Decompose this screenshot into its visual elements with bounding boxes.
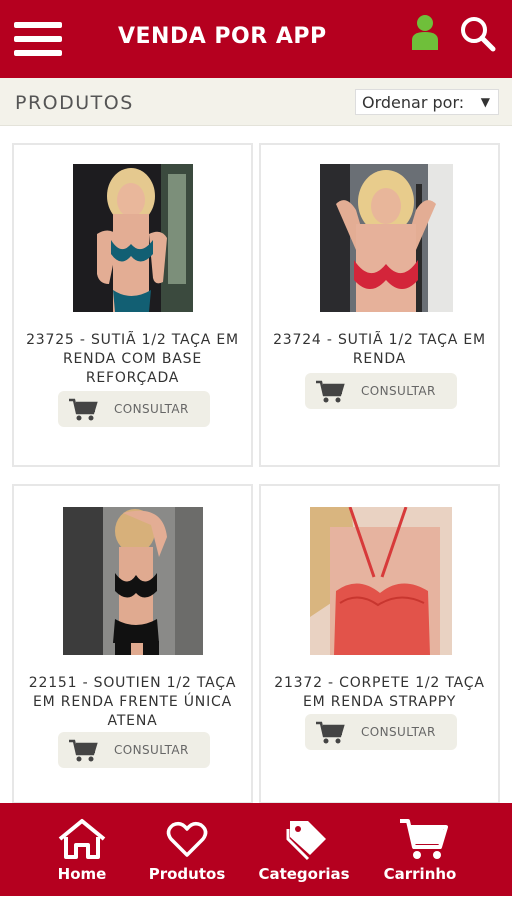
bottom-navigation: Home Produtos Categorias Carrinho [0, 803, 512, 900]
cart-icon [400, 819, 448, 859]
tag-icon [286, 821, 326, 861]
product-photo[interactable] [63, 507, 203, 655]
product-name[interactable]: 21372 - CORPETE 1/2 TAÇA EM RENDA STRAPP… [265, 674, 494, 712]
heart-icon [166, 821, 208, 857]
nav-produtos[interactable]: Produtos [123, 803, 251, 900]
consult-button-label: CONSULTAR [361, 725, 436, 739]
search-icon[interactable] [458, 14, 498, 54]
product-card[interactable]: 23724 - SUTIÃ 1/2 TAÇA EM RENDA CONSULTA… [259, 143, 500, 467]
page-title: PRODUTOS [15, 92, 134, 114]
consult-button-label: CONSULTAR [361, 384, 436, 398]
chevron-down-icon: ▼ [480, 95, 490, 109]
product-name[interactable]: 22151 - SOUTIEN 1/2 TAÇA EM RENDA FRENTE… [18, 674, 247, 731]
consult-button[interactable]: CONSULTAR [305, 373, 457, 409]
product-card[interactable]: 23725 - SUTIÃ 1/2 TAÇA EM RENDA COM BASE… [12, 143, 253, 467]
nav-carrinho-label: Carrinho [383, 865, 457, 883]
consult-button-label: CONSULTAR [114, 743, 189, 757]
cart-icon [69, 398, 98, 421]
product-photo[interactable] [310, 507, 452, 655]
app-title: VENDA POR APP [118, 24, 327, 49]
nav-produtos-label: Produtos [148, 865, 226, 883]
product-photo[interactable] [73, 164, 193, 312]
consult-button[interactable]: CONSULTAR [58, 732, 210, 768]
sort-label: Ordenar por: [362, 93, 465, 112]
cart-icon [316, 721, 345, 744]
nav-categorias-label: Categorias [258, 865, 350, 883]
bottom-edge [0, 896, 512, 900]
product-card[interactable]: 21372 - CORPETE 1/2 TAÇA EM RENDA STRAPP… [259, 484, 500, 804]
cart-icon [316, 380, 345, 403]
product-name[interactable]: 23725 - SUTIÃ 1/2 TAÇA EM RENDA COM BASE… [18, 331, 247, 388]
consult-button[interactable]: CONSULTAR [58, 391, 210, 427]
consult-button[interactable]: CONSULTAR [305, 714, 457, 750]
product-name[interactable]: 23724 - SUTIÃ 1/2 TAÇA EM RENDA [265, 331, 494, 369]
app-header: VENDA POR APP [0, 0, 512, 78]
nav-categorias[interactable]: Categorias [240, 803, 368, 900]
hamburger-menu-icon[interactable] [14, 22, 62, 58]
cart-icon [69, 739, 98, 762]
user-icon[interactable] [410, 14, 440, 52]
nav-carrinho[interactable]: Carrinho [356, 803, 484, 900]
consult-button-label: CONSULTAR [114, 402, 189, 416]
product-photo[interactable] [320, 164, 453, 312]
product-card[interactable]: 22151 - SOUTIEN 1/2 TAÇA EM RENDA FRENTE… [12, 484, 253, 804]
sort-select[interactable]: Ordenar por: ▼ [355, 89, 499, 115]
